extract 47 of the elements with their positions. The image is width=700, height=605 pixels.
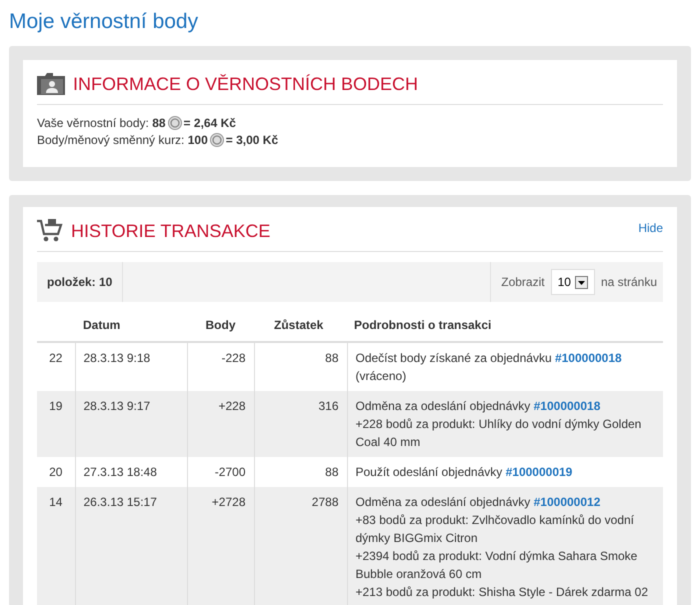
detail-text: +83 bodů za produkt: Zvlhčovadlo kamínků do vodní dýmky BIGGmix Citron (356, 512, 636, 547)
section-title: INFORMACE O VĚRNOSTNÍCH BODECH (73, 73, 418, 96)
column-header: Zůstatek (254, 308, 347, 342)
table-cell: 20 (37, 457, 75, 487)
column-header: Podrobnosti o transakci (347, 308, 663, 342)
detail-text: Odměna za odeslání objednávky #100000018 (356, 398, 602, 415)
column-header: Body (187, 308, 254, 342)
order-link[interactable]: #100000018 (534, 399, 600, 413)
table-cell: -228 (187, 342, 254, 391)
table-cell: 2788 (254, 487, 347, 605)
table-cell: 27.3.13 18:48 (75, 457, 187, 487)
dropdown-icon (574, 276, 588, 288)
info-text: Vaše věrnostní body: 88 = 2,64 Kč (37, 115, 237, 132)
table-cell: 14 (37, 487, 75, 605)
detail-text: Odměna za odeslání objednávky #100000012 (356, 494, 602, 511)
show-label: Zobrazit (501, 274, 545, 291)
item-count: položek: 10 (37, 262, 124, 302)
table-cell: +228 (187, 391, 254, 457)
info-text: Body/měnový směnný kurz: 100 = 3,00 Kč (37, 132, 280, 149)
detail-text: +2394 bodů za produkt: Vodní dýmka Sahara Smoke Bubble oranžová 60 cm (356, 548, 638, 583)
detail-text: Použít odeslání objednávky #100000019 (356, 464, 574, 481)
coin-icon (210, 133, 224, 147)
per-page-label: na stránku (600, 274, 657, 291)
table-cell: 88 (254, 342, 347, 391)
table-cell: +2728 (187, 487, 254, 605)
order-link[interactable]: #100000012 (534, 495, 600, 509)
column-header: Datum (75, 308, 187, 342)
order-link[interactable]: #100000019 (506, 465, 572, 479)
detail-text: Odečíst body získané za objednávku #100000018 (vráceno) (356, 350, 623, 385)
hide-link[interactable]: Hide (638, 219, 663, 237)
cart-icon (37, 219, 63, 243)
per-page-select[interactable]: 10 (550, 269, 595, 295)
table-cell: 28.3.13 9:17 (75, 391, 187, 457)
coin-icon (168, 116, 182, 130)
folder-person-icon (37, 73, 65, 95)
table-cell: 88 (254, 457, 347, 487)
table-cell: 26.3.13 15:17 (75, 487, 187, 605)
table-cell: 19 (37, 391, 75, 457)
order-link[interactable]: #100000018 (554, 351, 622, 365)
table-cell: 22 (37, 342, 75, 391)
table-cell: -2700 (187, 457, 254, 487)
detail-text: +228 bodů za produkt: Uhlíky do vodní dýmky Golden Coal 40 mm (356, 416, 642, 451)
section-title: HISTORIE TRANSAKCE (71, 220, 272, 243)
page-title: Moje věrnostní body (8, 9, 200, 35)
table-cell: 28.3.13 9:18 (75, 342, 187, 391)
detail-text: +213 bodů za produkt: Shisha Style - Dárek zdarma 02 (356, 584, 649, 601)
table-cell: 316 (254, 391, 347, 457)
